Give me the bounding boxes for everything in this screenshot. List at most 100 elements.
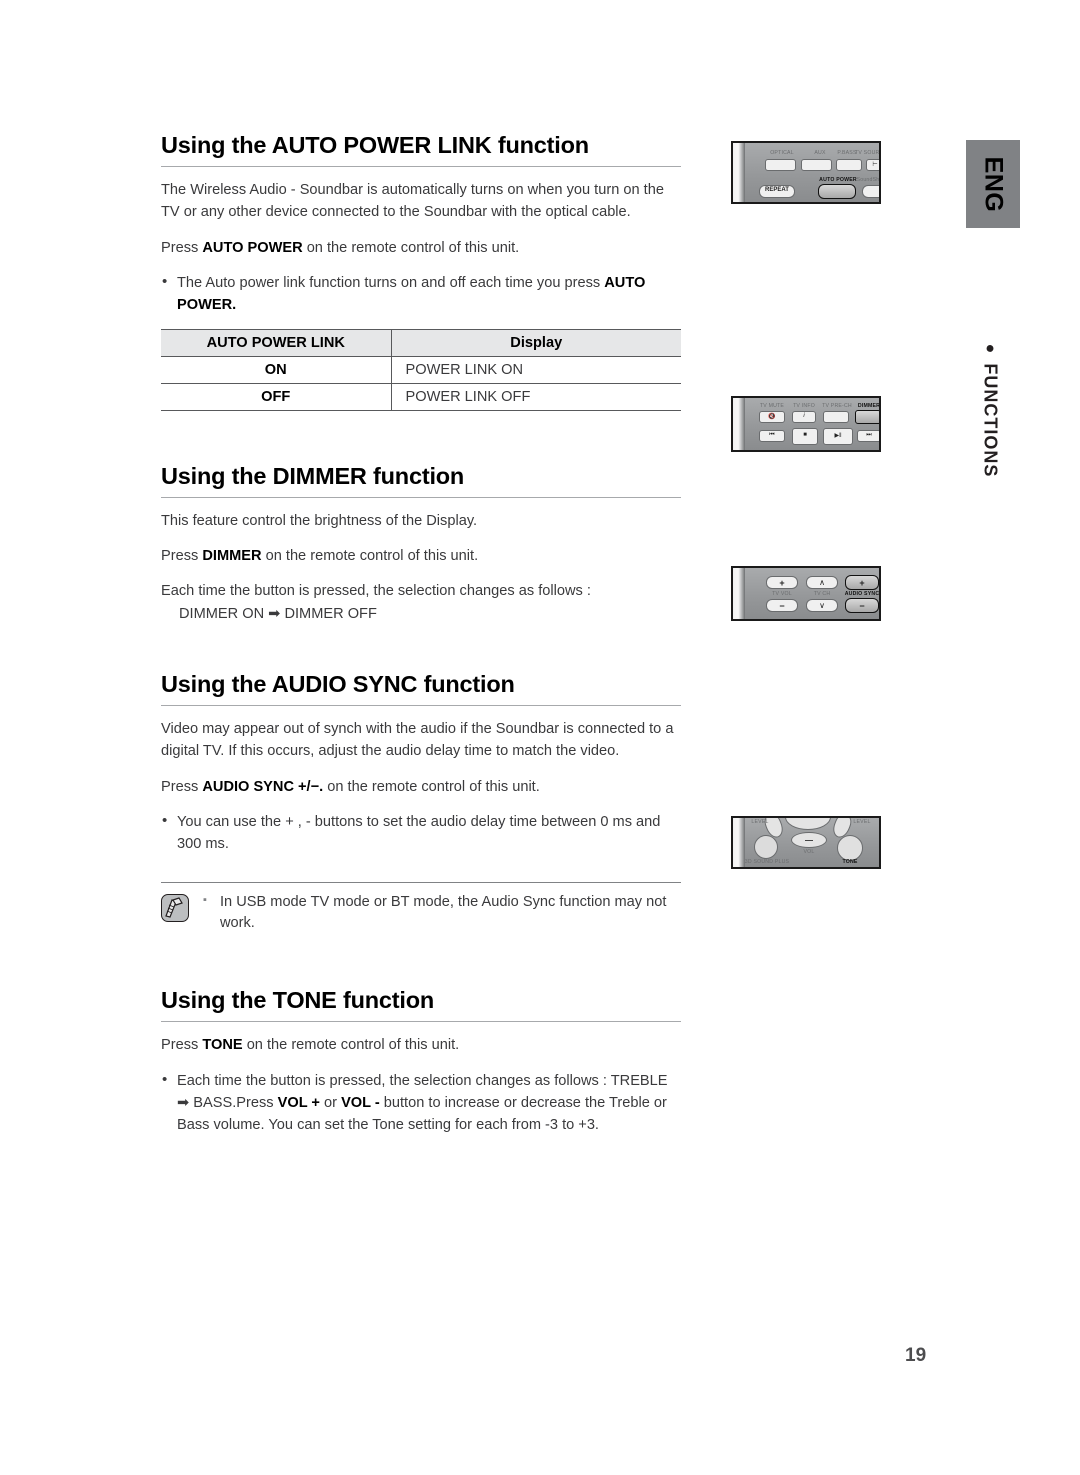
tone-part-2: or bbox=[319, 1095, 342, 1112]
heading-dimmer: Using the DIMMER function bbox=[161, 463, 681, 498]
info-icon: i bbox=[803, 413, 805, 419]
tv-source-icon: ⊢ bbox=[872, 162, 878, 168]
chevron-up-icon: ∧ bbox=[819, 578, 825, 587]
table-header-cell-1: Display bbox=[391, 328, 681, 357]
press-bold: AUDIO SYNC +/−. bbox=[202, 778, 324, 795]
table-cell-setting: ON bbox=[161, 355, 392, 384]
bullet-prefix: The Auto power link function turns on an… bbox=[177, 274, 605, 291]
remote-label-soundshare: SoundShare bbox=[856, 177, 880, 183]
press-prefix: Press bbox=[161, 239, 203, 256]
remote-button-tv-pre-ch bbox=[823, 411, 849, 423]
remote-audio-sync-image: + ∧ + TV VOL TV CH AUDIO SYNC − ∨ − bbox=[731, 566, 881, 621]
remote-button-soundshare bbox=[862, 185, 879, 198]
previous-icon: ⏮ bbox=[769, 432, 775, 438]
document-page: ENG ● FUNCTIONS Using the AUTO POWER LIN… bbox=[0, 0, 1080, 1475]
remote-label-3d-sound-plus: 3D SOUND PLUS bbox=[744, 859, 790, 865]
bullet-list-tone: Each time the button is pressed, the sel… bbox=[161, 1069, 681, 1137]
dimmer-sequence-block: Each time the button is pressed, the sel… bbox=[161, 580, 681, 625]
remote-auto-power-image: OPTICAL AUX P.BASS TV SOURCE ⊢ AUTO POWE… bbox=[731, 141, 881, 204]
language-tab: ENG bbox=[966, 140, 1020, 228]
auto-power-link-table: AUTO POWER LINK Display ON POWER LINK ON… bbox=[161, 328, 681, 411]
plus-icon: + bbox=[859, 578, 865, 588]
note-list: In USB mode TV mode or BT mode, the Audi… bbox=[203, 892, 681, 936]
table-cell-display: POWER LINK OFF bbox=[391, 382, 681, 411]
remote-label-optical: OPTICAL bbox=[770, 150, 794, 156]
remote-button-tone bbox=[837, 835, 863, 861]
press-suffix: on the remote control of this unit. bbox=[302, 239, 520, 256]
play-pause-icon: ▶‖ bbox=[834, 433, 842, 439]
remote-label-level-left: LEVEL bbox=[751, 819, 769, 825]
remote-label-tv-info: TV INFO bbox=[793, 403, 815, 409]
minus-icon: — bbox=[805, 836, 813, 845]
stop-icon: ■ bbox=[803, 432, 807, 438]
table-header-cell-0: AUTO POWER LINK bbox=[161, 328, 392, 357]
chevron-down-icon: ∨ bbox=[819, 601, 825, 610]
press-suffix: on the remote control of this unit. bbox=[242, 1037, 460, 1054]
remote-label-tv-vol: TV VOL bbox=[772, 591, 792, 597]
bullet-list-audio-sync: You can use the + , - buttons to set the… bbox=[161, 810, 681, 856]
remote-button-optical bbox=[765, 159, 796, 171]
plus-icon: + bbox=[779, 578, 785, 588]
remote-label-tv-mute: TV MUTE bbox=[759, 403, 785, 409]
press-prefix: Press bbox=[161, 547, 203, 564]
bullet-item: The Auto power link function turns on an… bbox=[161, 271, 681, 317]
press-prefix: Press bbox=[161, 1037, 203, 1054]
remote-label-level-right: LEVEL bbox=[853, 819, 871, 825]
press-bold: TONE bbox=[202, 1037, 243, 1054]
remote-edge bbox=[733, 143, 745, 202]
heading-tone: Using the TONE function bbox=[161, 987, 681, 1023]
paragraph-dimmer-intro: This feature control the brightness of t… bbox=[161, 512, 478, 529]
content-column: Using the AUTO POWER LINK function The W… bbox=[161, 132, 681, 1149]
remote-button-auto-power bbox=[818, 184, 856, 199]
press-line-auto-power: Press AUTO POWER on the remote control o… bbox=[161, 237, 681, 259]
remote-label-tv-pre-ch: TV PRE-CH bbox=[822, 403, 852, 409]
remote-edge bbox=[733, 568, 745, 619]
minus-icon: − bbox=[859, 601, 865, 611]
note-item: In USB mode TV mode or BT mode, the Audi… bbox=[203, 892, 681, 936]
note-pen-icon bbox=[161, 893, 189, 922]
side-section-bullet-icon: ● bbox=[982, 343, 1000, 353]
bullet-item: You can use the + , - buttons to set the… bbox=[161, 810, 681, 856]
remote-button-3d-sound-plus bbox=[754, 835, 778, 859]
remote-label-tv-ch: TV CH bbox=[813, 591, 831, 597]
remote-tone-image: — LEVEL LEVEL VOL 3D SOUND PLUS TONE bbox=[731, 816, 881, 869]
press-line-tone: Press TONE on the remote control of this… bbox=[161, 1034, 681, 1056]
remote-label-aux: AUX bbox=[814, 150, 826, 156]
heading-audio-sync: Using the AUDIO SYNC function bbox=[161, 671, 681, 706]
remote-label-repeat: REPEAT bbox=[765, 187, 789, 193]
heading-auto-power-link: Using the AUTO POWER LINK function bbox=[161, 132, 681, 167]
side-section-label: ● FUNCTIONS bbox=[930, 300, 1050, 520]
press-suffix: on the remote control of this unit. bbox=[261, 547, 479, 564]
table-cell-display: POWER LINK ON bbox=[391, 355, 681, 384]
remote-button-aux bbox=[801, 159, 832, 171]
press-line-dimmer: Press DIMMER on the remote control of th… bbox=[161, 545, 681, 567]
press-line-audio-sync: Press AUDIO SYNC +/−. on the remote cont… bbox=[161, 776, 681, 798]
remote-label-tv-source: TV SOURCE bbox=[855, 150, 880, 156]
next-icon: ⏭ bbox=[866, 432, 872, 438]
remote-label-dimmer: DIMMER bbox=[857, 403, 881, 409]
remote-edge bbox=[733, 398, 745, 450]
paragraph-auto-power-link-intro: The Wireless Audio - Soundbar is automat… bbox=[161, 182, 664, 221]
side-section-text: FUNCTIONS bbox=[980, 362, 1001, 477]
press-bold: AUTO POWER bbox=[202, 239, 303, 256]
language-tab-label: ENG bbox=[979, 156, 1008, 212]
press-prefix: Press bbox=[161, 778, 203, 795]
mute-icon: 🔇 bbox=[768, 414, 776, 420]
table-row: OFF POWER LINK OFF bbox=[161, 382, 681, 411]
minus-icon: − bbox=[779, 601, 785, 611]
bullet-list-auto-power: The Auto power link function turns on an… bbox=[161, 271, 681, 317]
table-cell-setting: OFF bbox=[161, 382, 392, 411]
remote-label-audio-sync: AUDIO SYNC bbox=[844, 591, 880, 597]
press-suffix: on the remote control of this unit. bbox=[323, 778, 540, 795]
press-bold: DIMMER bbox=[202, 547, 262, 564]
dimmer-sequence-intro: Each time the button is pressed, the sel… bbox=[161, 583, 591, 600]
remote-button-dimmer bbox=[855, 410, 879, 424]
table-header-row: AUTO POWER LINK Display bbox=[161, 328, 681, 357]
remote-label-tone: TONE bbox=[842, 859, 858, 865]
remote-label-vol: VOL bbox=[803, 849, 815, 855]
table-row: ON POWER LINK ON bbox=[161, 355, 681, 384]
bullet-item: Each time the button is pressed, the sel… bbox=[161, 1069, 681, 1137]
note-box: In USB mode TV mode or BT mode, the Audi… bbox=[161, 881, 681, 936]
page-number: 19 bbox=[905, 1345, 927, 1366]
tone-part-3: VOL - bbox=[341, 1095, 380, 1112]
